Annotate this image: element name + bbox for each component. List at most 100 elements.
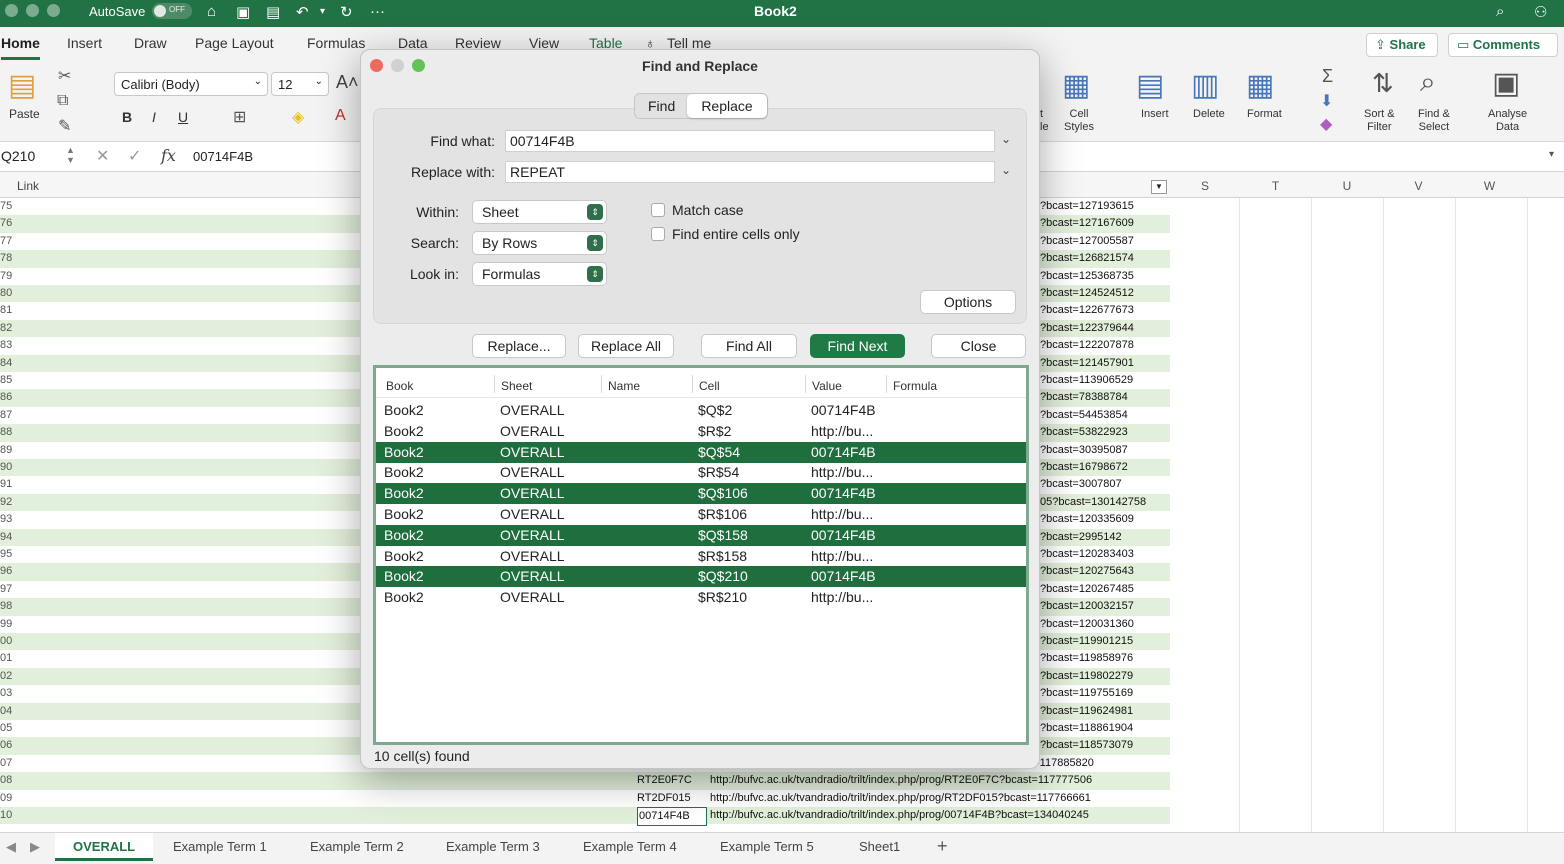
comments-button[interactable]: ▭ Comments — [1448, 33, 1558, 57]
name-box[interactable]: Q210 — [1, 148, 35, 164]
tab-draw[interactable]: Draw — [134, 35, 167, 51]
link-cell[interactable]: http://bufvc.ac.uk/tvandradio/trilt/inde… — [710, 772, 1170, 789]
insert-cells-icon[interactable]: ▤ — [1136, 68, 1164, 103]
link-cell[interactable]: ?bcast=122677673 — [1040, 302, 1168, 319]
tab-insert[interactable]: Insert — [67, 35, 102, 51]
save-as-icon[interactable]: ▤ — [266, 3, 280, 21]
replace-with-input[interactable]: REPEAT — [505, 161, 995, 183]
link-cell[interactable]: ?bcast=120275643 — [1040, 563, 1168, 580]
grid-row[interactable]: 09 RT2DF015 http://bufvc.ac.uk/tvandradio/… — [0, 790, 1170, 807]
id-cell[interactable]: 00714F4B — [637, 807, 707, 826]
close-button[interactable]: Close — [931, 334, 1026, 358]
sheet-tab-example-term-3[interactable]: Example Term 3 — [446, 839, 540, 854]
prev-sheet-icon[interactable]: ◀ — [6, 839, 16, 855]
row-number[interactable]: 91 — [0, 476, 12, 493]
link-cell[interactable]: http://bufvc.ac.uk/tvandradio/trilt/inde… — [710, 790, 1170, 807]
next-sheet-icon[interactable]: ▶ — [30, 839, 40, 855]
link-cell[interactable]: ?bcast=120267485 — [1040, 581, 1168, 598]
link-cell[interactable]: ?bcast=16798672 — [1040, 459, 1168, 476]
result-row[interactable]: Book2 OVERALL $Q$2 00714F4B — [376, 400, 1026, 421]
link-cell[interactable]: ?bcast=120283403 — [1040, 546, 1168, 563]
result-row[interactable]: Book2 OVERALL $Q$106 00714F4B — [376, 483, 1026, 505]
sheet-tab-example-term-5[interactable]: Example Term 5 — [720, 839, 814, 854]
results-col-formula[interactable]: Formula — [893, 379, 937, 393]
format-cells-label[interactable]: Format — [1247, 108, 1282, 121]
filter-dropdown-icon[interactable]: ▼ — [1151, 180, 1167, 194]
look-in-select[interactable]: Formulas ⇕ — [472, 262, 607, 286]
save-icon[interactable]: ▣ — [236, 3, 250, 21]
row-number[interactable]: 96 — [0, 563, 12, 580]
row-number[interactable]: 92 — [0, 494, 12, 511]
search-icon[interactable]: ⌕ — [1496, 3, 1504, 20]
sort-filter-label[interactable]: Sort & Filter — [1364, 108, 1395, 134]
delete-cells-label[interactable]: Delete — [1193, 108, 1225, 121]
row-number[interactable]: 78 — [0, 250, 12, 267]
bold-icon[interactable]: B — [122, 109, 132, 125]
analyse-data-label[interactable]: Analyse Data — [1488, 108, 1527, 134]
link-cell[interactable]: ?bcast=127005587 — [1040, 233, 1168, 250]
fill-icon[interactable]: ⬇ — [1320, 91, 1333, 111]
row-number[interactable]: 02 — [0, 668, 12, 685]
link-cell[interactable]: ?bcast=113906529 — [1040, 372, 1168, 389]
link-cell[interactable]: ?bcast=126821574 — [1040, 250, 1168, 267]
copy-icon[interactable]: ⧉ — [57, 92, 68, 110]
search-select[interactable]: By Rows ⇕ — [472, 231, 607, 255]
column-header-s[interactable]: S — [1170, 179, 1240, 199]
result-row[interactable]: Book2 OVERALL $R$54 http://bu... — [376, 462, 1026, 483]
row-number[interactable]: 98 — [0, 598, 12, 615]
row-number[interactable]: 77 — [0, 233, 12, 250]
id-cell[interactable]: RT2E0F7C — [637, 772, 707, 789]
underline-icon[interactable]: U — [178, 109, 188, 125]
link-cell[interactable]: ?bcast=118861904 — [1040, 720, 1168, 737]
link-cell[interactable]: ?bcast=78388784 — [1040, 389, 1168, 406]
fill-color-icon[interactable]: ◈ — [292, 107, 304, 127]
link-cell[interactable]: ?bcast=30395087 — [1040, 442, 1168, 459]
link-cell[interactable]: ?bcast=53822923 — [1040, 424, 1168, 441]
tab-home[interactable]: Home — [1, 35, 40, 60]
tab-page-layout[interactable]: Page Layout — [195, 35, 274, 51]
link-cell[interactable]: ?bcast=122207878 — [1040, 337, 1168, 354]
link-cell[interactable]: 05?bcast=130142758 — [1040, 494, 1168, 511]
grid-row[interactable]: 10 00714F4B http://bufvc.ac.uk/tvandradio/… — [0, 807, 1170, 826]
tab-formulas[interactable]: Formulas — [307, 35, 365, 51]
link-cell[interactable]: ?bcast=119755169 — [1040, 685, 1168, 702]
result-row[interactable]: Book2 OVERALL $Q$54 00714F4B — [376, 441, 1026, 463]
conditional-format-label-clipped[interactable]: t le — [1040, 108, 1048, 134]
id-cell[interactable]: RT2DF015 — [637, 790, 707, 807]
link-cell[interactable]: ?bcast=2995142 — [1040, 529, 1168, 546]
home-icon[interactable]: ⌂ — [207, 3, 216, 20]
row-number[interactable]: 01 — [0, 650, 12, 667]
more-icon[interactable]: ··· — [370, 3, 385, 20]
sheet-tab-example-term-1[interactable]: Example Term 1 — [173, 839, 267, 854]
format-cells-icon[interactable]: ▦ — [1246, 68, 1274, 103]
borders-icon[interactable]: ⊞ — [233, 107, 246, 127]
results-col-value[interactable]: Value — [812, 379, 842, 393]
grid-row[interactable]: 08 RT2E0F7C http://bufvc.ac.uk/tvandradio/… — [0, 772, 1170, 790]
match-case-checkbox[interactable] — [651, 203, 665, 217]
row-number[interactable]: 09 — [0, 790, 12, 807]
column-header-t[interactable]: T — [1240, 179, 1311, 199]
window-close-button[interactable] — [5, 4, 18, 17]
find-all-button[interactable]: Find All — [701, 334, 797, 358]
link-cell[interactable]: ?bcast=54453854 — [1040, 407, 1168, 424]
row-number[interactable]: 93 — [0, 511, 12, 528]
find-history-chevron-icon[interactable]: ⌄ — [1001, 132, 1011, 146]
replace-button[interactable]: Replace... — [472, 334, 566, 358]
sheet-tab-sheet1[interactable]: Sheet1 — [859, 839, 900, 854]
analyse-data-icon[interactable]: ▣ — [1492, 66, 1520, 101]
autosave-toggle[interactable]: OFF — [152, 3, 192, 19]
link-cell[interactable]: ?bcast=119858976 — [1040, 650, 1168, 667]
font-size-select[interactable]: 12 ⌄ — [271, 72, 329, 96]
undo-icon[interactable]: ↶ — [296, 3, 309, 21]
row-number[interactable]: 99 — [0, 616, 12, 633]
result-row[interactable]: Book2 OVERALL $R$2 http://bu... — [376, 421, 1026, 442]
row-number[interactable]: 75 — [0, 198, 12, 215]
row-number[interactable]: 87 — [0, 407, 12, 424]
fx-icon[interactable]: fx — [161, 146, 176, 165]
cut-icon[interactable]: ✂ — [58, 66, 71, 86]
link-cell[interactable]: ?bcast=120335609 — [1040, 511, 1168, 528]
tab-find[interactable]: Find — [648, 98, 675, 114]
row-number[interactable]: 03 — [0, 685, 12, 702]
tab-replace[interactable]: Replace — [687, 94, 767, 118]
font-color-icon[interactable]: A — [335, 107, 346, 125]
